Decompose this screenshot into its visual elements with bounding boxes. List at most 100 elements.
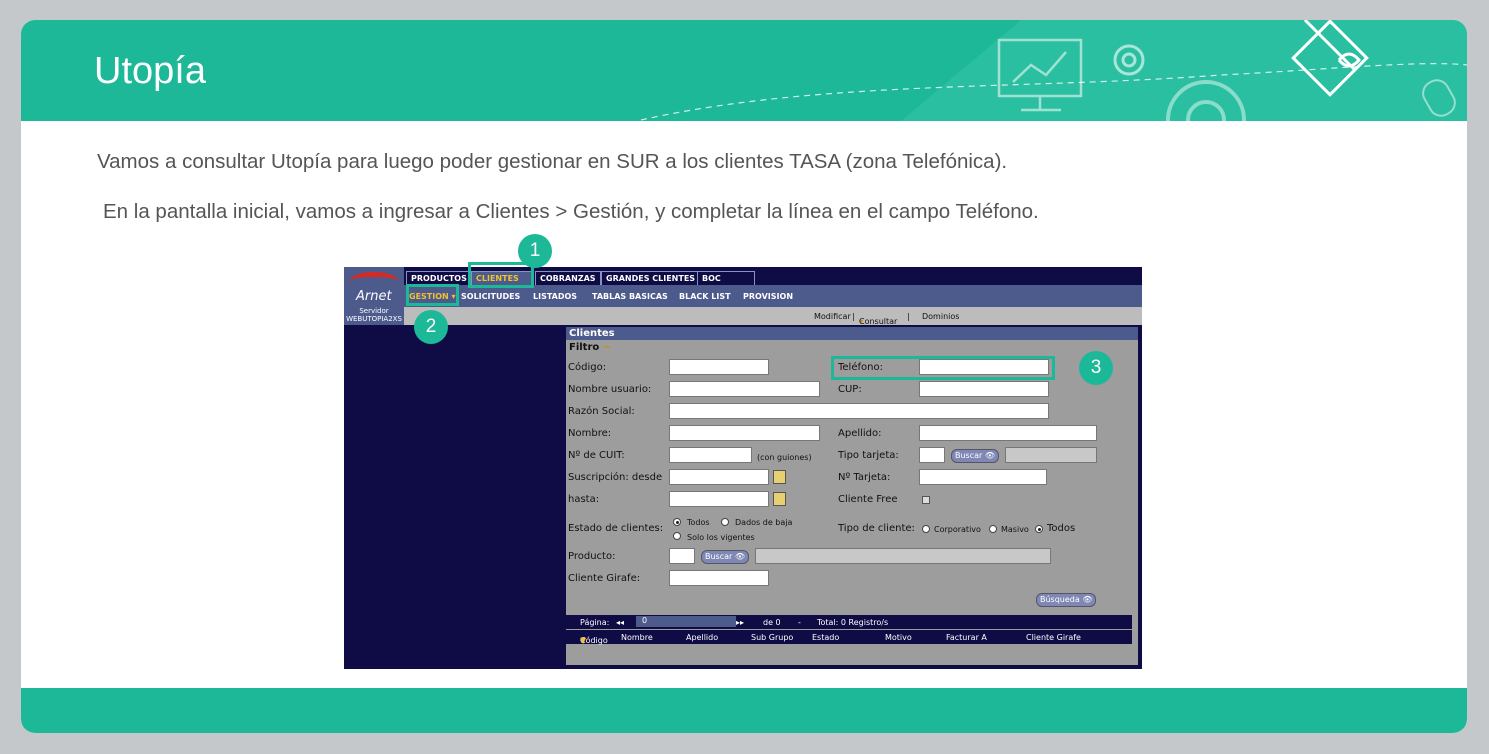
tipo-corporativo-label: Corporativo xyxy=(934,525,981,534)
utopia-screenshot: Arnet Servidor WEBUTOPIA2XS PRODUCTOS CL… xyxy=(344,267,1142,669)
action-bar: Modificar | ▾ Consultar | Dominios xyxy=(404,307,1142,326)
nombre-usuario-input[interactable] xyxy=(669,381,820,397)
codigo-input[interactable] xyxy=(669,359,769,375)
total-records: Total: 0 Registro/s xyxy=(817,618,889,627)
estado-baja-radio[interactable] xyxy=(721,518,729,526)
col-nombre[interactable]: Nombre xyxy=(621,633,653,642)
last-page-icon[interactable]: ▸▸ xyxy=(736,618,744,627)
panel-title: Clientes xyxy=(566,327,1138,340)
pagina-label: Página: xyxy=(580,618,610,627)
submenu-bar: GESTION ▾ SOLICITUDES LISTADOS TABLAS BA… xyxy=(404,285,1142,307)
col-sub-grupo[interactable]: Sub Grupo xyxy=(751,633,793,642)
step-badge-1: 1 xyxy=(518,234,552,268)
estado-vigentes-radio[interactable] xyxy=(673,532,681,540)
col-apellido[interactable]: Apellido xyxy=(686,633,718,642)
buscar-label: Buscar xyxy=(705,552,733,561)
estado-todos-radio[interactable] xyxy=(673,518,681,526)
tipo-masivo-label: Masivo xyxy=(1001,525,1029,534)
suscripcion-desde-input[interactable] xyxy=(669,469,769,485)
binoculars-icon: 👁 xyxy=(1082,595,1093,604)
footer-band xyxy=(21,688,1467,733)
action-separator: | xyxy=(907,312,910,321)
cliente-free-checkbox[interactable] xyxy=(922,496,930,504)
tab-cobranzas[interactable]: COBRANZAS xyxy=(535,271,601,285)
highlight-gestion-menu xyxy=(406,284,459,306)
tipo-cliente-label: Tipo de cliente: xyxy=(838,523,915,534)
nombre-label: Nombre: xyxy=(568,428,612,439)
buscar-tarjeta-button[interactable]: Buscar 👁 xyxy=(951,449,1000,463)
calendar-icon[interactable] xyxy=(773,470,786,484)
tipo-tarjeta-desc xyxy=(1005,447,1097,463)
menu-solicitudes[interactable]: SOLICITUDES xyxy=(461,292,520,301)
nombre-usuario-label: Nombre usuario: xyxy=(568,384,652,395)
tab-grandes-clientes[interactable]: GRANDES CLIENTES xyxy=(601,271,701,285)
page-separator: - xyxy=(798,618,801,627)
binoculars-icon: 👁 xyxy=(984,451,996,460)
highlight-clientes-tab xyxy=(468,262,534,288)
arnet-logo: Arnet xyxy=(344,267,404,307)
hasta-label: hasta: xyxy=(568,494,600,505)
codigo-label: Código: xyxy=(568,362,607,373)
estado-vigentes-label: Solo los vigentes xyxy=(687,533,755,542)
cuit-label: Nº de CUIT: xyxy=(568,450,625,461)
razon-social-input[interactable] xyxy=(669,403,1049,419)
cuit-input[interactable] xyxy=(669,447,752,463)
menu-black-list[interactable]: BLACK LIST xyxy=(679,292,731,301)
col-cliente-girafe[interactable]: Cliente Girafe xyxy=(1026,633,1081,642)
hasta-input[interactable] xyxy=(669,491,769,507)
apellido-input[interactable] xyxy=(919,425,1097,441)
col-motivo[interactable]: Motivo xyxy=(885,633,912,642)
tab-boc[interactable]: BOC xyxy=(697,271,755,285)
tipo-tarjeta-input[interactable] xyxy=(919,447,945,463)
banner-decoration xyxy=(640,20,1467,121)
sort-arrow-icon: ▼ xyxy=(580,636,587,645)
instruction-line-2: En la pantalla inicial, vamos a ingresar… xyxy=(103,200,1039,223)
action-consultar-label: Consultar xyxy=(859,317,898,326)
cup-label: CUP: xyxy=(838,384,862,395)
first-page-icon[interactable]: ◂◂ xyxy=(616,618,624,627)
menu-provision[interactable]: PROVISION xyxy=(743,292,793,301)
tipo-masivo-radio[interactable] xyxy=(989,525,997,533)
filter-label[interactable]: Filtro − xyxy=(569,342,611,353)
estado-baja-label: Dados de baja xyxy=(735,518,793,527)
producto-input[interactable] xyxy=(669,548,695,564)
tipo-tarjeta-label: Tipo tarjeta: xyxy=(838,450,899,461)
tipo-corporativo-radio[interactable] xyxy=(922,525,930,533)
action-separator: | xyxy=(852,312,855,321)
instruction-line-1: Vamos a consultar Utopía para luego pode… xyxy=(97,150,1008,173)
logo-text: Arnet xyxy=(356,289,392,304)
menu-tablas-basicas[interactable]: TABLAS BASICAS xyxy=(592,292,668,301)
cup-input[interactable] xyxy=(919,381,1049,397)
filter-text: Filtro xyxy=(569,342,600,353)
suscripcion-desde-label: Suscripción: desde xyxy=(568,472,663,483)
slide-title: Utopía xyxy=(94,50,206,92)
cliente-girafe-input[interactable] xyxy=(669,570,769,586)
action-dominios[interactable]: Dominios xyxy=(922,312,959,321)
title-banner: Utopía xyxy=(21,20,1467,121)
estado-clientes-label: Estado de clientes: xyxy=(568,523,664,534)
menu-listados[interactable]: LISTADOS xyxy=(533,292,577,301)
slide: Utopía Vamos a consultar Utopía para lue… xyxy=(21,20,1467,733)
nro-tarjeta-input[interactable] xyxy=(919,469,1047,485)
step-badge-3: 3 xyxy=(1079,351,1113,385)
cuit-hint: (con guiones) xyxy=(757,453,812,462)
action-modificar[interactable]: Modificar xyxy=(814,312,851,321)
page-input[interactable]: 0 xyxy=(636,616,736,627)
highlight-telefono-field xyxy=(831,356,1055,380)
tab-productos[interactable]: PRODUCTOS xyxy=(406,271,472,285)
razon-social-label: Razón Social: xyxy=(568,406,635,417)
page-count: de 0 xyxy=(763,618,781,627)
buscar-producto-button[interactable]: Buscar 👁 xyxy=(701,550,750,564)
producto-label: Producto: xyxy=(568,551,616,562)
tipo-todos-label: Todos xyxy=(1047,523,1076,534)
step-badge-2: 2 xyxy=(414,310,448,344)
nombre-input[interactable] xyxy=(669,425,820,441)
tipo-todos-radio[interactable] xyxy=(1035,525,1043,533)
nro-tarjeta-label: Nº Tarjeta: xyxy=(838,472,891,483)
busqueda-button[interactable]: Búsqueda 👁 xyxy=(1036,593,1097,607)
col-facturar[interactable]: Facturar A xyxy=(946,633,987,642)
calendar-icon[interactable] xyxy=(773,492,786,506)
producto-desc xyxy=(755,548,1051,564)
col-estado[interactable]: Estado xyxy=(812,633,839,642)
cliente-girafe-label: Cliente Girafe: xyxy=(568,573,641,584)
